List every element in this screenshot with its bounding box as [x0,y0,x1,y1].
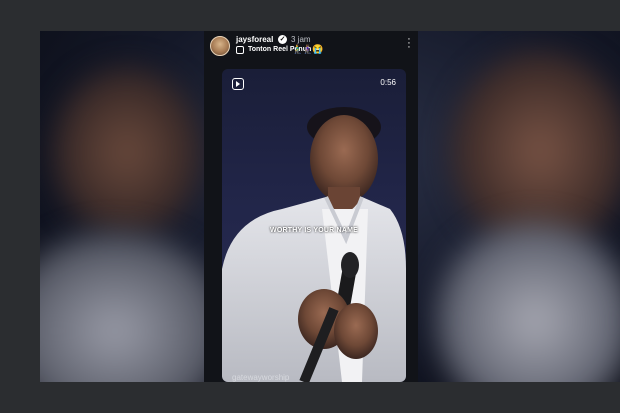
video-caption: WORTHY IS YOUR NAME [270,227,358,234]
story-header: jaysforeal ✓ 3 jam Tonton Reel Penuh 🧎‍♂… [204,31,418,65]
avatar[interactable] [210,36,230,56]
top-bar [0,0,620,31]
story-panel[interactable]: jaysforeal ✓ 3 jam Tonton Reel Penuh 🧎‍♂… [204,31,418,382]
reel-icon [236,46,244,54]
blurred-figure-left-body [40,231,230,382]
bottom-bar [0,382,620,413]
verified-badge-icon: ✓ [278,35,287,44]
emoji-sticker: 🧎‍♂️🧎🏾‍♀️😭 [292,44,324,54]
more-vertical-icon[interactable]: · · · [406,34,412,53]
username[interactable]: jaysforeal [236,35,273,44]
video-duration: 0:56 [380,78,396,87]
blurred-figure-right-body [435,221,620,382]
reel-video[interactable]: 0:56 WORTHY IS YOUR NAME gatewayworship [222,69,406,382]
blurred-figure-left [52,67,202,237]
post-time: 3 jam [291,35,311,44]
video-credit[interactable]: gatewayworship [232,373,289,382]
reels-logo-icon [232,78,244,90]
video-frame-singer [222,107,406,382]
